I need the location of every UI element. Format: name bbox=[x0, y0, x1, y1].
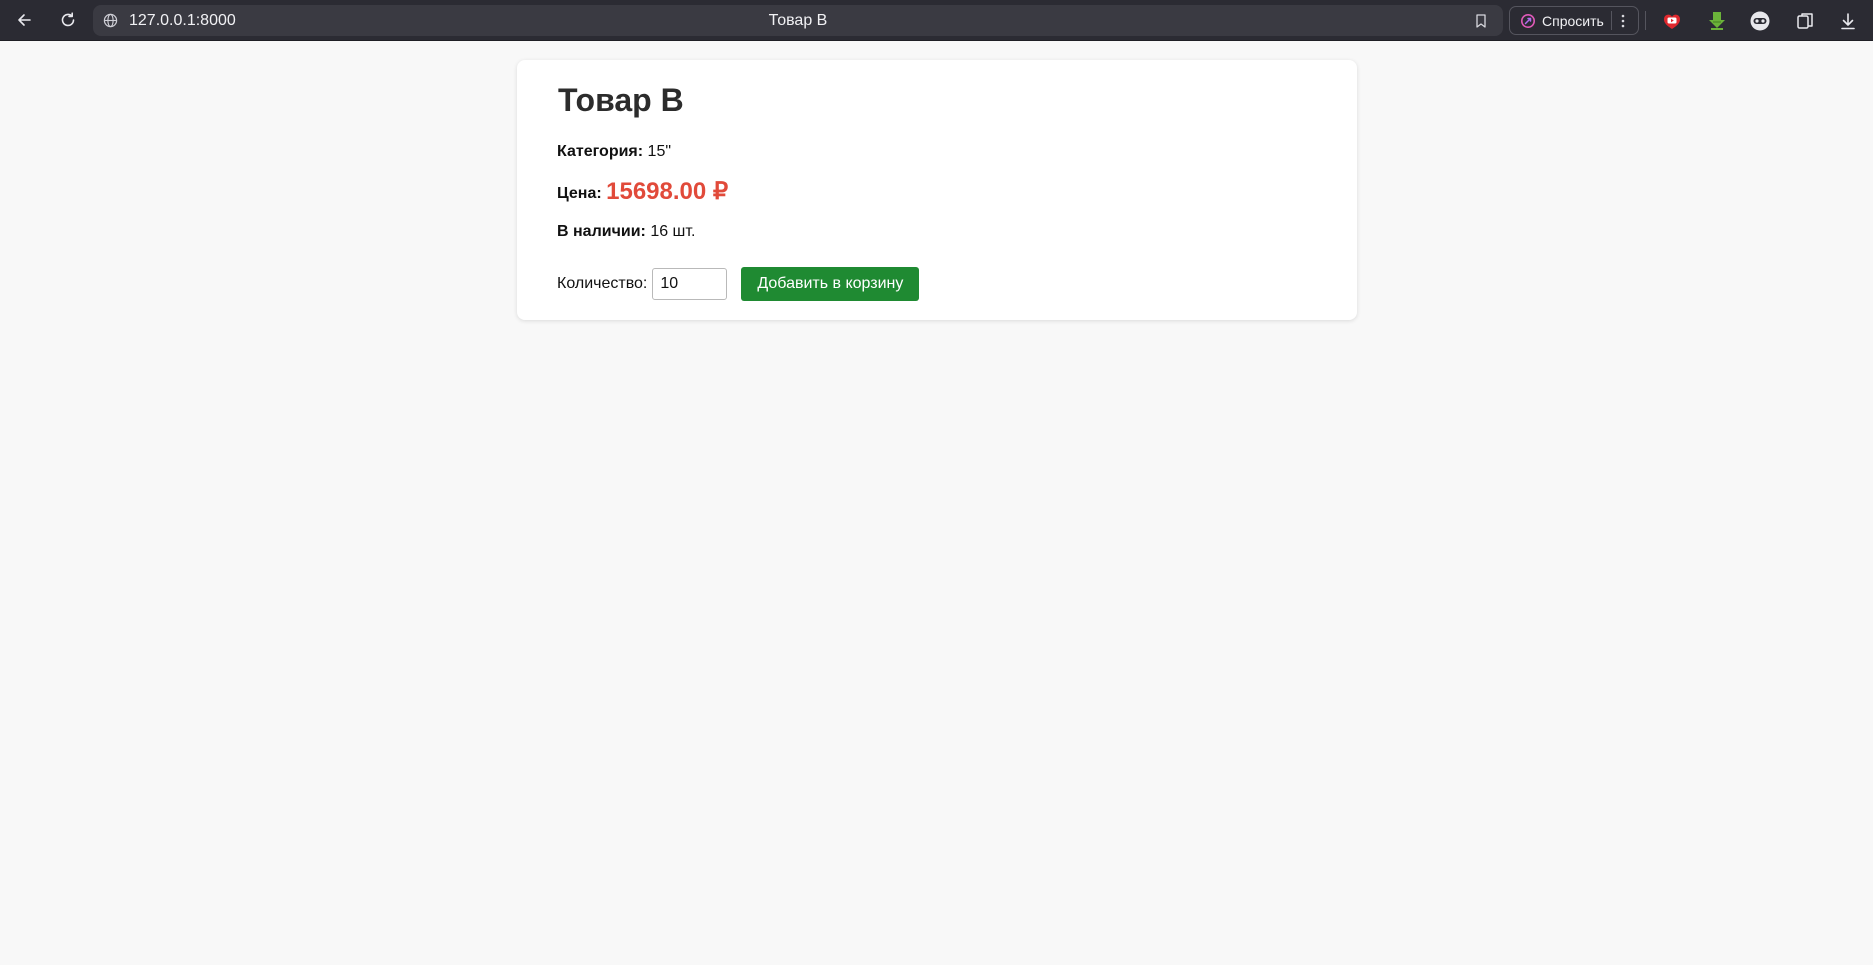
product-stock: В наличии: 16 шт. bbox=[557, 223, 695, 241]
page-tab-title: Товар В bbox=[768, 11, 828, 29]
add-to-cart-button[interactable]: Добавить в корзину bbox=[741, 267, 920, 301]
ask-assistant-label: Спросить bbox=[1542, 12, 1604, 29]
download-arrow-extension-icon[interactable] bbox=[1704, 8, 1730, 34]
product-title: Товар В bbox=[558, 82, 684, 118]
more-vertical-icon[interactable] bbox=[1614, 10, 1632, 32]
back-button[interactable] bbox=[9, 5, 39, 35]
mask-extension-icon[interactable] bbox=[1747, 8, 1773, 34]
downloads-icon[interactable] bbox=[1835, 8, 1861, 34]
url-text[interactable]: 127.0.0.1:8000 bbox=[129, 12, 236, 30]
address-bar[interactable]: 127.0.0.1:8000 Товар В bbox=[93, 5, 1503, 36]
price-label: Цена: bbox=[557, 185, 602, 202]
divider bbox=[1611, 11, 1612, 30]
reload-button[interactable] bbox=[53, 5, 83, 35]
collections-icon[interactable] bbox=[1792, 8, 1818, 34]
reload-icon bbox=[61, 12, 75, 27]
divider bbox=[1645, 11, 1646, 30]
price-value: 15698.00 ₽ bbox=[606, 178, 729, 205]
quantity-input[interactable] bbox=[652, 268, 728, 300]
product-card: Товар В Категория: 15" Цена: 15698.00 ₽ … bbox=[517, 60, 1357, 320]
add-to-cart-form: Количество: Добавить в корзину bbox=[557, 267, 920, 301]
globe-icon[interactable] bbox=[101, 12, 119, 30]
product-price: Цена: 15698.00 ₽ bbox=[557, 176, 728, 205]
category-value: 15" bbox=[647, 143, 672, 160]
youtube-extension-icon[interactable] bbox=[1659, 8, 1685, 34]
product-category: Категория: 15" bbox=[557, 143, 671, 161]
browser-toolbar: 127.0.0.1:8000 Товар В Спросить bbox=[0, 0, 1873, 41]
page-content: Товар В Категория: 15" Цена: 15698.00 ₽ … bbox=[0, 41, 1873, 965]
ai-assistant-icon bbox=[1518, 11, 1538, 31]
bookmark-icon bbox=[1476, 13, 1486, 28]
back-arrow-icon bbox=[18, 14, 31, 26]
stock-value: 16 шт. bbox=[650, 223, 696, 240]
quantity-label: Количество: bbox=[557, 275, 648, 292]
ask-assistant-button[interactable]: Спросить bbox=[1509, 6, 1639, 35]
bookmark-button[interactable] bbox=[1469, 9, 1493, 33]
category-label: Категория: bbox=[557, 143, 644, 160]
stock-label: В наличии: bbox=[557, 223, 646, 240]
